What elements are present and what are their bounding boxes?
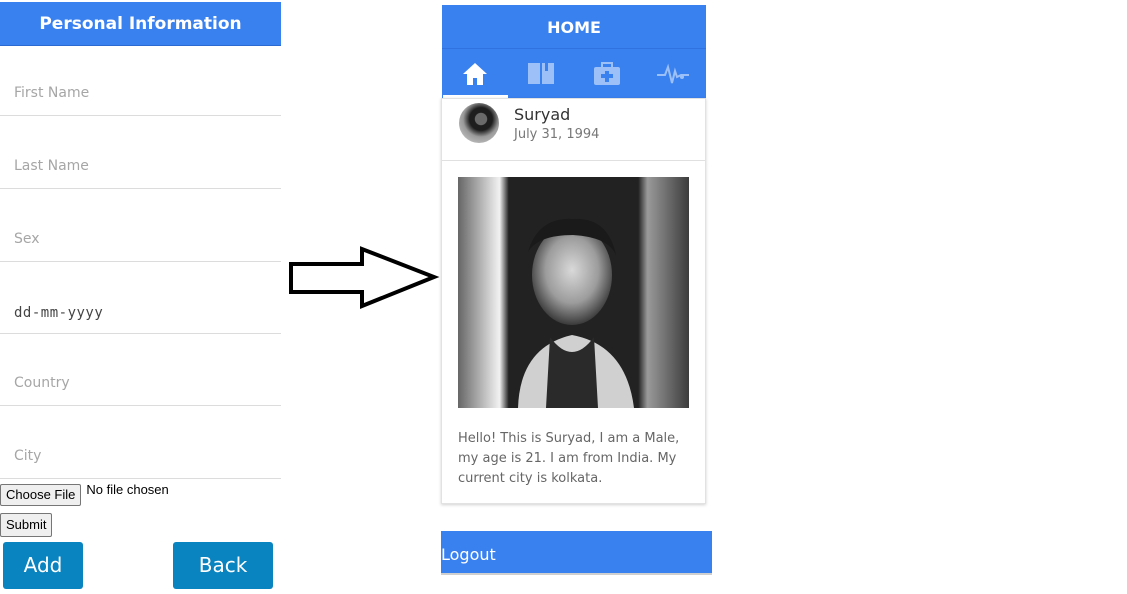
file-input: Choose File No file chosen xyxy=(0,482,169,506)
heartbeat-icon xyxy=(657,63,689,83)
date-field[interactable]: dd-mm-yyyy xyxy=(0,262,281,334)
first-name-field[interactable]: First Name xyxy=(0,44,281,116)
country-placeholder: Country xyxy=(14,375,70,391)
profile-dob: July 31, 1994 xyxy=(514,127,600,142)
logout-button[interactable]: Logout xyxy=(441,531,712,575)
home-icon xyxy=(463,62,487,85)
medical-kit-icon xyxy=(594,61,620,85)
profile-photo xyxy=(458,177,689,408)
submit-button[interactable]: Submit xyxy=(0,513,53,537)
tab-medical[interactable] xyxy=(574,49,640,98)
first-name-placeholder: First Name xyxy=(14,85,90,101)
city-placeholder: City xyxy=(14,448,42,464)
profile-header: Suryad July 31, 1994 xyxy=(442,99,705,161)
home-header: HOME xyxy=(442,5,706,49)
profile-card: Suryad July 31, 1994 Hello! This is Sury… xyxy=(441,98,706,504)
file-status: No file chosen xyxy=(86,482,169,497)
avatar xyxy=(459,103,499,143)
profile-bio: Hello! This is Suryad, I am a Male, my a… xyxy=(458,431,680,486)
tab-health[interactable] xyxy=(640,49,706,98)
date-placeholder: dd-mm-yyyy xyxy=(14,305,104,321)
tab-home[interactable] xyxy=(442,49,508,98)
sex-field[interactable]: Sex xyxy=(0,190,281,262)
choose-file-button[interactable]: Choose File xyxy=(0,484,82,506)
profile-name: Suryad xyxy=(514,105,571,124)
right-arrow-icon xyxy=(289,246,440,309)
tab-book[interactable] xyxy=(508,49,574,98)
last-name-placeholder: Last Name xyxy=(14,158,89,174)
back-button[interactable]: Back xyxy=(173,542,273,589)
city-field[interactable]: City xyxy=(0,407,281,479)
sex-placeholder: Sex xyxy=(14,231,40,247)
book-icon xyxy=(528,62,554,84)
person-photo-icon xyxy=(518,218,634,408)
country-field[interactable]: Country xyxy=(0,334,281,406)
personal-info-form: Personal Information First Name Last Nam… xyxy=(0,0,282,594)
form-title: Personal Information xyxy=(0,2,281,46)
tab-bar xyxy=(442,49,706,98)
last-name-field[interactable]: Last Name xyxy=(0,117,281,189)
add-button[interactable]: Add xyxy=(3,542,83,589)
